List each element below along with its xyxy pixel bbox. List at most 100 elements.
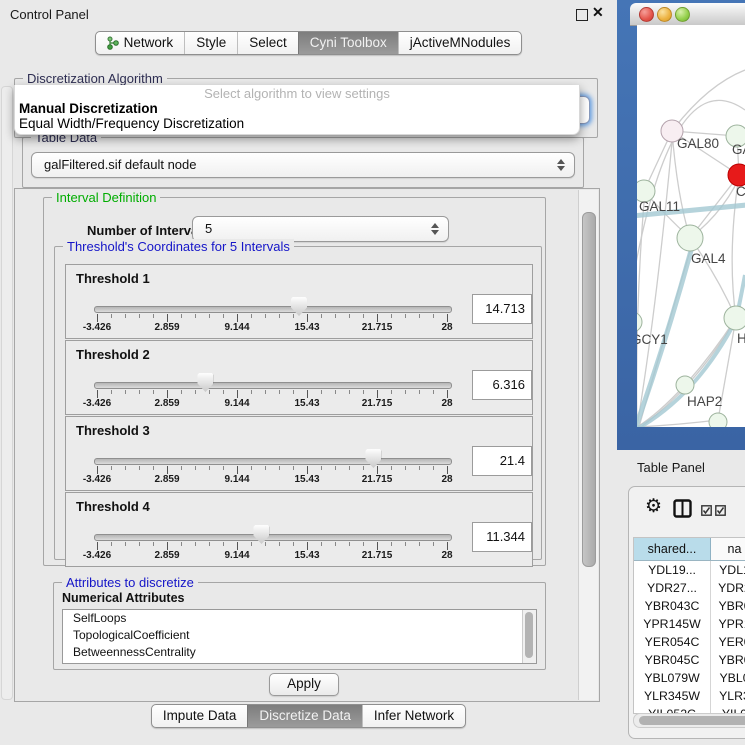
tab-network[interactable]: Network — [96, 32, 185, 54]
gear-icon[interactable]: ⚙ — [645, 497, 662, 516]
threshold-label: Threshold 2 — [76, 347, 150, 362]
list-scrollbar-track[interactable] — [522, 610, 536, 663]
table-cell-shared-name[interactable]: YLR345W — [634, 687, 711, 705]
slider-thumb[interactable] — [365, 449, 381, 468]
table-cell-shared-name[interactable]: YPR145W — [634, 615, 711, 633]
table-cell-name[interactable]: YDL1 — [711, 561, 745, 579]
main-scrollbar-track[interactable] — [578, 190, 598, 700]
mac-zoom-icon[interactable] — [675, 7, 690, 22]
network-node[interactable] — [709, 413, 727, 427]
list-scrollbar-thumb[interactable] — [525, 612, 533, 658]
table-cell-name[interactable]: YDR2 — [711, 579, 745, 597]
table-cell-shared-name[interactable]: YBL079W — [634, 669, 711, 687]
slider-minor-tick — [391, 390, 392, 394]
table-hscrollbar-track[interactable] — [633, 713, 745, 728]
network-edge[interactable] — [685, 318, 736, 385]
table-row[interactable]: YBL079WYBL0 — [634, 669, 745, 687]
checkbox-checked-icon[interactable] — [701, 503, 712, 521]
table-data-combobox[interactable]: galFiltered.sif default node — [31, 152, 575, 178]
threshold-value-field[interactable]: 6.316 — [472, 370, 532, 400]
apply-button[interactable]: Apply — [269, 673, 339, 696]
slider-thumb[interactable] — [197, 373, 213, 392]
table-cell-shared-name[interactable]: YDR27... — [634, 579, 711, 597]
left-scrollbar-track[interactable] — [1, 86, 13, 700]
table-cell-shared-name[interactable]: YBR045C — [634, 651, 711, 669]
slider-major-tick — [377, 390, 378, 398]
mac-minimize-icon[interactable] — [657, 7, 672, 22]
close-icon[interactable]: ✕ — [592, 4, 604, 21]
slider-track[interactable] — [94, 306, 452, 313]
table-cell-shared-name[interactable]: YER054C — [634, 633, 711, 651]
network-node[interactable] — [676, 376, 694, 394]
threshold-panel-4: Threshold 4-3.4262.8599.14415.4321.71528… — [65, 492, 533, 567]
network-canvas[interactable]: GAL80GACGAL11GAL4GCY1HHAP2 — [637, 25, 745, 427]
tab-select[interactable]: Select — [237, 32, 298, 54]
checkbox-checked-icon[interactable] — [715, 503, 726, 521]
threshold-value-field[interactable]: 21.4 — [472, 446, 532, 476]
thresholds-group-title: Threshold's Coordinates for 5 Intervals — [63, 239, 294, 254]
table-row[interactable]: YDR27...YDR2 — [634, 579, 745, 597]
network-node[interactable] — [728, 164, 745, 186]
table-cell-name[interactable]: YBR0 — [711, 597, 745, 615]
tab-impute-data[interactable]: Impute Data — [152, 705, 248, 727]
slider-minor-tick — [391, 542, 392, 546]
float-window-icon[interactable] — [576, 9, 588, 21]
table-cell-shared-name[interactable]: YDL19... — [634, 561, 711, 579]
attribute-list-item[interactable]: SelfLoops — [63, 610, 536, 627]
node-label: GCY1 — [637, 332, 668, 347]
table-cell-shared-name[interactable]: YBR043C — [634, 597, 711, 615]
numerical-attributes-label: Numerical Attributes — [62, 591, 184, 605]
slider-minor-tick — [391, 314, 392, 318]
table-cell-name[interactable]: YER0 — [711, 633, 745, 651]
tab-discretize-data[interactable]: Discretize Data — [247, 705, 362, 727]
network-window-titlebar[interactable] — [630, 3, 745, 26]
threshold-value-field[interactable]: 14.713 — [472, 294, 532, 324]
slider-major-tick — [307, 542, 308, 550]
slider-minor-tick — [223, 466, 224, 470]
table-row[interactable]: YBR043CYBR0 — [634, 597, 745, 615]
slider-track[interactable] — [94, 382, 452, 389]
dropdown-option-equal-width[interactable]: Equal Width/Frequency Discretization — [15, 116, 579, 131]
threshold-value-field[interactable]: 11.344 — [472, 522, 532, 552]
table-row[interactable]: YDL19...YDL1 — [634, 561, 745, 579]
slider-minor-tick — [293, 390, 294, 394]
network-edge[interactable] — [690, 238, 736, 318]
slider-major-tick — [97, 314, 98, 322]
slider-minor-tick — [223, 542, 224, 546]
slider-thumb[interactable] — [253, 525, 269, 544]
attribute-list-item[interactable]: TopologicalCoefficient — [63, 627, 536, 644]
table-cell-name[interactable]: YLR3 — [711, 687, 745, 705]
slider-minor-tick — [265, 390, 266, 394]
table-cell-name[interactable]: YBL0 — [711, 669, 745, 687]
column-header-shared-name[interactable]: shared... — [634, 538, 711, 560]
tab-cyni-toolbox[interactable]: Cyni Toolbox — [298, 32, 398, 54]
table-cell-name[interactable]: YPR1 — [711, 615, 745, 633]
threshold-label: Threshold 1 — [76, 271, 150, 286]
mac-close-icon[interactable] — [639, 7, 654, 22]
slider-minor-tick — [405, 466, 406, 470]
table-hscrollbar-thumb[interactable] — [639, 716, 745, 725]
slider-tick-label: 15.43 — [282, 322, 332, 333]
network-node[interactable] — [677, 225, 703, 251]
tab-jactivemnodules[interactable]: jActiveMNodules — [398, 32, 522, 54]
table-row[interactable]: YER054CYER0 — [634, 633, 745, 651]
network-edge[interactable] — [672, 70, 745, 131]
table-cell-name[interactable]: YBR0 — [711, 651, 745, 669]
tab-infer-network[interactable]: Infer Network — [362, 705, 465, 727]
table-row[interactable]: YLR345WYLR3 — [634, 687, 745, 705]
table-row[interactable]: YPR145WYPR1 — [634, 615, 745, 633]
node-label: GAL11 — [639, 199, 680, 214]
tab-label: Network — [124, 32, 174, 54]
network-node[interactable] — [637, 312, 642, 332]
table-row[interactable]: YBR045CYBR0 — [634, 651, 745, 669]
main-scrollbar-thumb[interactable] — [582, 212, 596, 567]
table-panel-title: Table Panel — [637, 460, 705, 475]
slider-track[interactable] — [94, 534, 452, 541]
attribute-list-item[interactable]: BetweennessCentrality — [63, 644, 536, 661]
tab-style[interactable]: Style — [184, 32, 237, 54]
column-header-name[interactable]: na — [711, 538, 745, 560]
dropdown-option-manual[interactable]: Manual Discretization — [15, 101, 579, 116]
network-node[interactable] — [724, 306, 745, 330]
columns-icon[interactable] — [673, 499, 692, 523]
slider-track[interactable] — [94, 458, 452, 465]
